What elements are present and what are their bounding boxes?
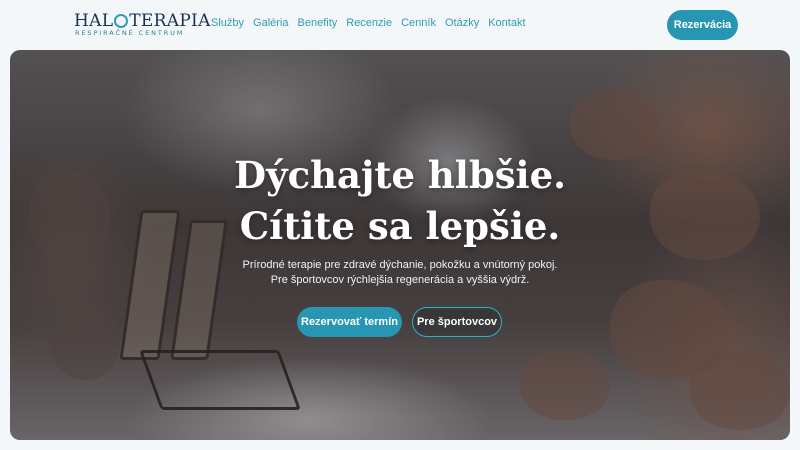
nav-item-otazky[interactable]: Otázky xyxy=(445,17,479,29)
nav-item-kontakt[interactable]: Kontakt xyxy=(488,17,525,29)
nav-item-galeria[interactable]: Galéria xyxy=(253,17,288,29)
for-athletes-button[interactable]: Pre športovcov xyxy=(412,307,502,337)
nav-item-sluzby[interactable]: Služby xyxy=(211,17,244,29)
logo-tagline: RESPIRAČNÉ CENTRUM xyxy=(75,29,185,37)
logo[interactable]: HAL TERAPIA RESPIRAČNÉ CENTRUM xyxy=(74,11,210,39)
logo-wordmark: HAL TERAPIA xyxy=(74,11,211,31)
book-appointment-button[interactable]: Rezervovať termín xyxy=(297,307,402,337)
logo-text-right: TERAPIA xyxy=(129,11,211,31)
nav-item-benefity[interactable]: Benefity xyxy=(298,17,338,29)
hero-subtext-line2: Pre športovcov rýchlejšia regenerácia a … xyxy=(270,274,530,286)
hero-headline-line1: Dýchajte hlbšie. xyxy=(233,153,567,197)
hero-section: Dýchajte hlbšie. Cítite sa lepšie. Príro… xyxy=(10,50,790,440)
logo-text-left: HAL xyxy=(74,11,114,31)
hero-headline-line2: Cítite sa lepšie. xyxy=(239,204,561,248)
nav-item-cennik[interactable]: Cenník xyxy=(401,17,436,29)
reservation-button[interactable]: Rezervácia xyxy=(667,10,738,40)
hero-subtext-line1: Prírodné terapie pre zdravé dýchanie, po… xyxy=(242,259,558,271)
circle-ring-icon xyxy=(114,14,129,28)
main-nav: Služby Galéria Benefity Recenzie Cenník … xyxy=(211,17,526,29)
site-header: HAL TERAPIA RESPIRAČNÉ CENTRUM Služby Gal… xyxy=(0,0,800,50)
hero-content: Dýchajte hlbšie. Cítite sa lepšie. Príro… xyxy=(10,50,790,440)
nav-item-recenzie[interactable]: Recenzie xyxy=(346,17,392,29)
